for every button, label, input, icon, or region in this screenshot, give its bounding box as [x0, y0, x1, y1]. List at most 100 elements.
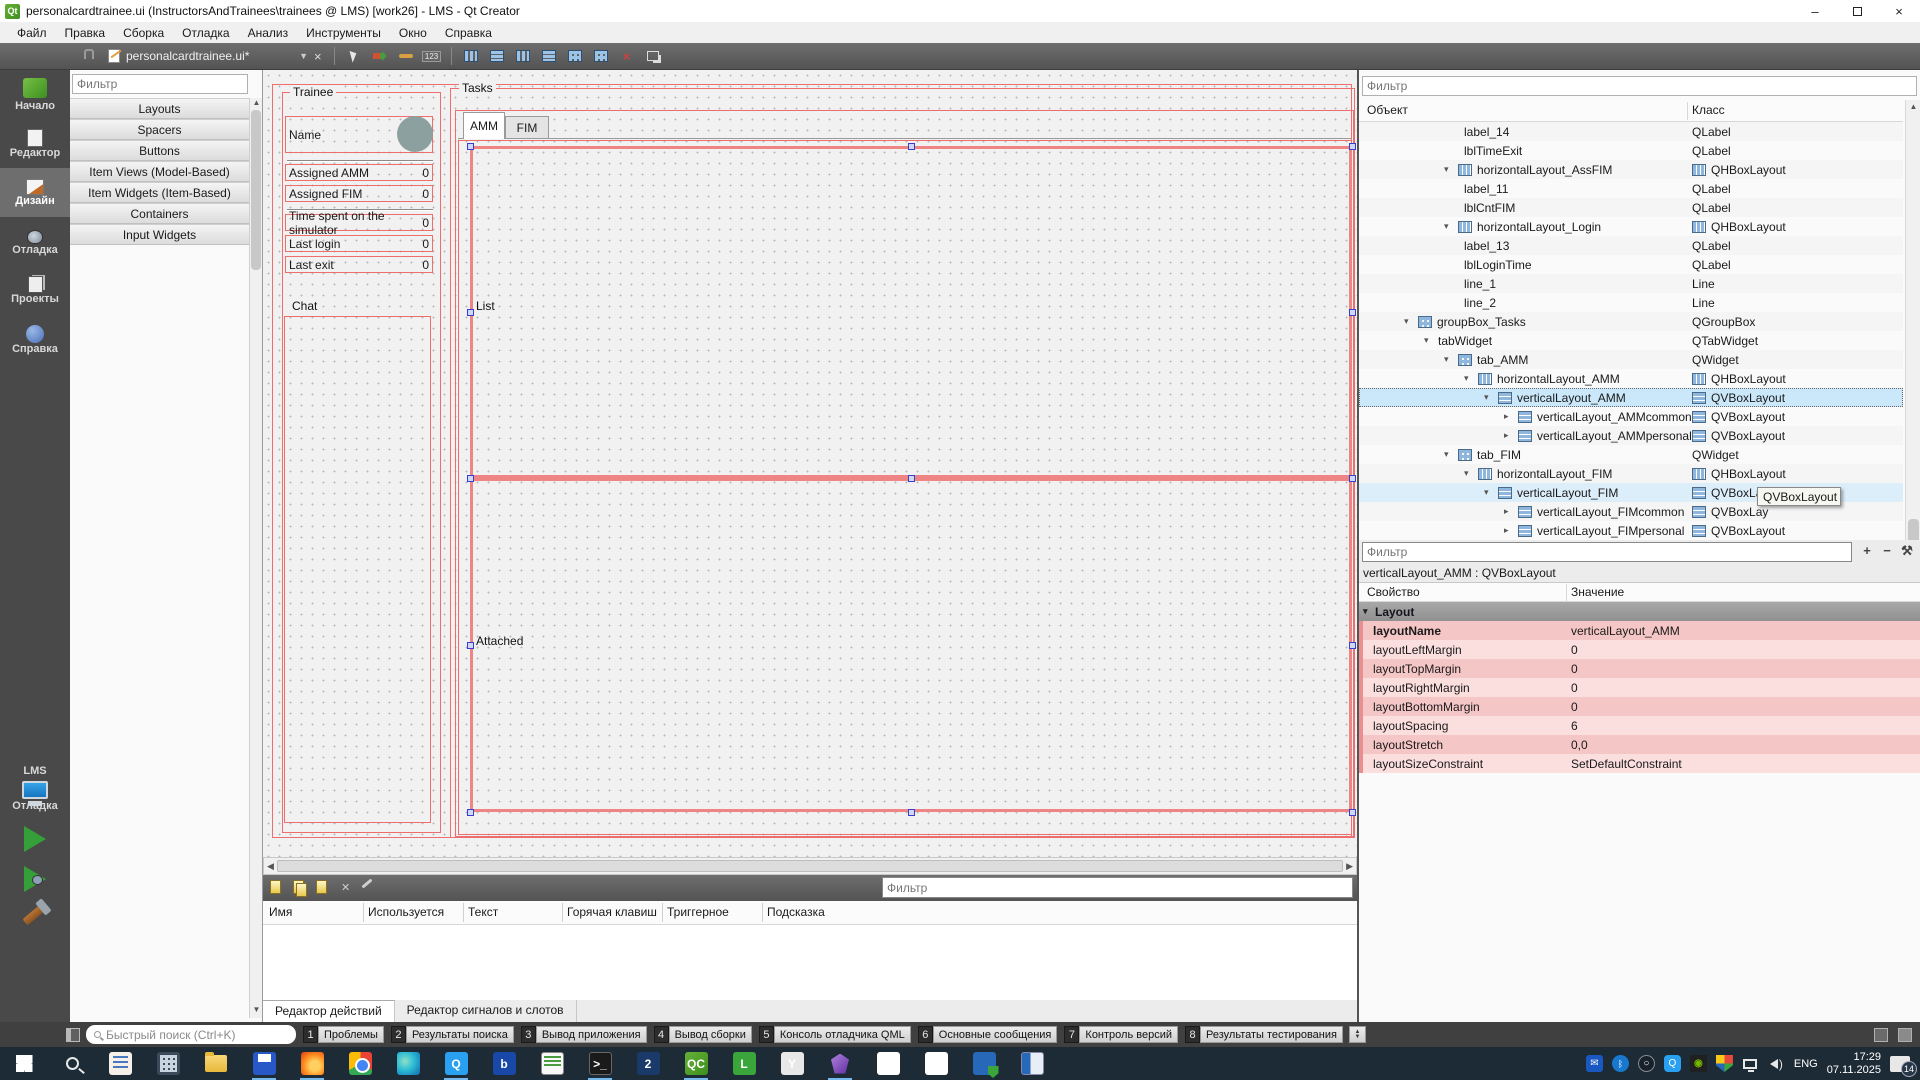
paste-action-button[interactable] [313, 879, 333, 897]
time-simulator-row[interactable]: Time spent on the simulator 0 [285, 214, 433, 231]
calculator-icon[interactable] [144, 1047, 192, 1080]
property-value[interactable]: 0 [1571, 662, 1578, 676]
network-icon[interactable] [1743, 1059, 1757, 1069]
tree-expand-icon[interactable] [1484, 392, 1498, 403]
column-class[interactable]: Класс [1692, 103, 1725, 117]
widget-category-header[interactable]: ▾ Containers [70, 203, 249, 224]
column-value[interactable]: Значение [1571, 585, 1624, 599]
mail-tray-icon[interactable]: ✉ [1586, 1055, 1603, 1072]
scrollbar-thumb[interactable] [251, 110, 261, 270]
mode-button[interactable]: Начало [0, 70, 70, 119]
selection-handle[interactable] [908, 809, 915, 816]
object-tree-row[interactable]: groupBox_Tasks QGroupBox [1359, 312, 1903, 331]
column-used[interactable]: Используется [368, 905, 444, 919]
copy-action-button[interactable] [290, 879, 310, 897]
property-value[interactable]: 0 [1571, 681, 1578, 695]
nvidia-icon[interactable]: ◉ [1690, 1055, 1707, 1072]
property-row[interactable]: layoutRightMargin 0 [1359, 678, 1920, 697]
postgresql-2-icon[interactable]: PG [912, 1047, 960, 1080]
qt-creator-icon[interactable]: QC [672, 1047, 720, 1080]
object-tree-row[interactable]: tabWidget QTabWidget [1359, 331, 1903, 350]
action-table-body[interactable] [263, 925, 1357, 1000]
q-app-icon[interactable]: Q [432, 1047, 480, 1080]
tree-expand-icon[interactable] [1424, 335, 1438, 346]
column-text[interactable]: Текст [468, 905, 498, 919]
l-app-icon[interactable]: L [720, 1047, 768, 1080]
pane-spinner-button[interactable]: ▲▼ [1349, 1026, 1366, 1043]
layout-vertically-button[interactable] [486, 46, 508, 66]
scroll-up-icon[interactable]: ▲ [250, 98, 263, 107]
close-button[interactable]: × [1878, 0, 1920, 22]
run-button[interactable] [24, 826, 46, 852]
column-checkable[interactable]: Триггерное [667, 905, 729, 919]
layout-splitter-v-button[interactable] [538, 46, 560, 66]
widget-category-header[interactable]: ▾ Buttons [70, 140, 249, 161]
tree-expand-icon[interactable] [1484, 487, 1498, 498]
selection-handle[interactable] [1349, 143, 1356, 150]
taskbar-search-icon[interactable] [48, 1047, 96, 1080]
maximize-button[interactable] [1836, 0, 1878, 22]
column-object[interactable]: Объект [1367, 103, 1408, 117]
object-tree-row[interactable]: horizontalLayout_AMM QHBoxLayout [1359, 369, 1903, 388]
fork-app-icon[interactable]: Y [768, 1047, 816, 1080]
object-tree-row[interactable]: lblCntFIM QLabel [1359, 198, 1903, 217]
object-tree-row[interactable]: tab_AMM QWidget [1359, 350, 1903, 369]
security-shield-icon[interactable] [1716, 1055, 1733, 1072]
menu-item[interactable]: Файл [8, 24, 56, 42]
selection-handle[interactable] [467, 309, 474, 316]
edit-signals-slots-button[interactable] [369, 46, 391, 66]
widgetbox-filter-input[interactable] [72, 74, 248, 94]
language-indicator[interactable]: ENG [1794, 1058, 1818, 1070]
layout-grid-button[interactable] [590, 46, 612, 66]
tree-expand-icon[interactable] [1444, 221, 1458, 232]
object-tree-row[interactable]: horizontalLayout_Login QHBoxLayout [1359, 217, 1903, 236]
assigned-amm-row[interactable]: Assigned AMM 0 [285, 164, 433, 181]
column-property[interactable]: Свойство [1367, 585, 1420, 599]
object-tree-scrollbar[interactable]: ▲ ▼ [1905, 100, 1920, 605]
sidebar-toggle-icon[interactable] [66, 1028, 80, 1042]
last-login-row[interactable]: Last login 0 [285, 235, 433, 252]
selected-layout-attached[interactable] [470, 478, 1352, 812]
property-row[interactable]: layoutSpacing 6 [1359, 716, 1920, 735]
tab-action-editor[interactable]: Редактор действий [263, 1000, 395, 1022]
action-settings-button[interactable] [359, 879, 379, 897]
run-debug-button[interactable] [24, 866, 46, 892]
output-pane-button[interactable]: 1 Проблемы [303, 1026, 384, 1043]
progress-icon[interactable] [1874, 1028, 1888, 1042]
menu-item[interactable]: Отладка [173, 24, 238, 42]
property-filter-input[interactable] [1362, 542, 1852, 562]
mode-button[interactable]: Справка [0, 315, 70, 364]
tree-expand-icon[interactable] [1504, 525, 1518, 536]
object-tree-row[interactable]: label_11 QLabel [1359, 179, 1903, 198]
inspector-filter-input[interactable] [1362, 76, 1917, 96]
mode-button[interactable]: Редактор [0, 119, 70, 168]
new-action-button[interactable] [267, 879, 287, 897]
blue-panel-app-icon[interactable] [1008, 1047, 1056, 1080]
selection-handle[interactable] [467, 642, 474, 649]
property-row[interactable]: layoutTopMargin 0 [1359, 659, 1920, 678]
menu-item[interactable]: Инструменты [297, 24, 390, 42]
b-app-icon[interactable]: b [480, 1047, 528, 1080]
scrollbar-thumb[interactable] [277, 860, 1343, 872]
tree-expand-icon[interactable] [1444, 354, 1458, 365]
minimize-button[interactable]: – [1794, 0, 1836, 22]
property-value[interactable]: 6 [1571, 719, 1578, 733]
tree-expand-icon[interactable] [1464, 373, 1478, 384]
widget-category-header[interactable]: ▾ Input Widgets [70, 224, 249, 245]
widget-category-header[interactable]: ▾ Item Views (Model-Based) [70, 161, 249, 182]
delete-action-button[interactable]: ✕ [336, 879, 356, 897]
kit-selector-icon[interactable] [22, 781, 48, 799]
widget-category-header[interactable]: ▾ Item Widgets (Item-Based) [70, 182, 249, 203]
layout-horizontally-button[interactable] [460, 46, 482, 66]
output-pane-button[interactable]: 7 Контроль версий [1064, 1026, 1178, 1043]
last-exit-row[interactable]: Last exit 0 [285, 256, 433, 273]
notepad-icon[interactable] [528, 1047, 576, 1080]
tree-expand-icon[interactable] [1504, 411, 1518, 422]
selection-handle[interactable] [467, 143, 474, 150]
adjust-size-button[interactable] [642, 46, 664, 66]
powershell-icon[interactable]: 2 [624, 1047, 672, 1080]
selection-handle[interactable] [1349, 475, 1356, 482]
selected-layout-list[interactable] [470, 146, 1352, 478]
start-icon[interactable] [0, 1047, 48, 1080]
selection-handle[interactable] [1349, 309, 1356, 316]
